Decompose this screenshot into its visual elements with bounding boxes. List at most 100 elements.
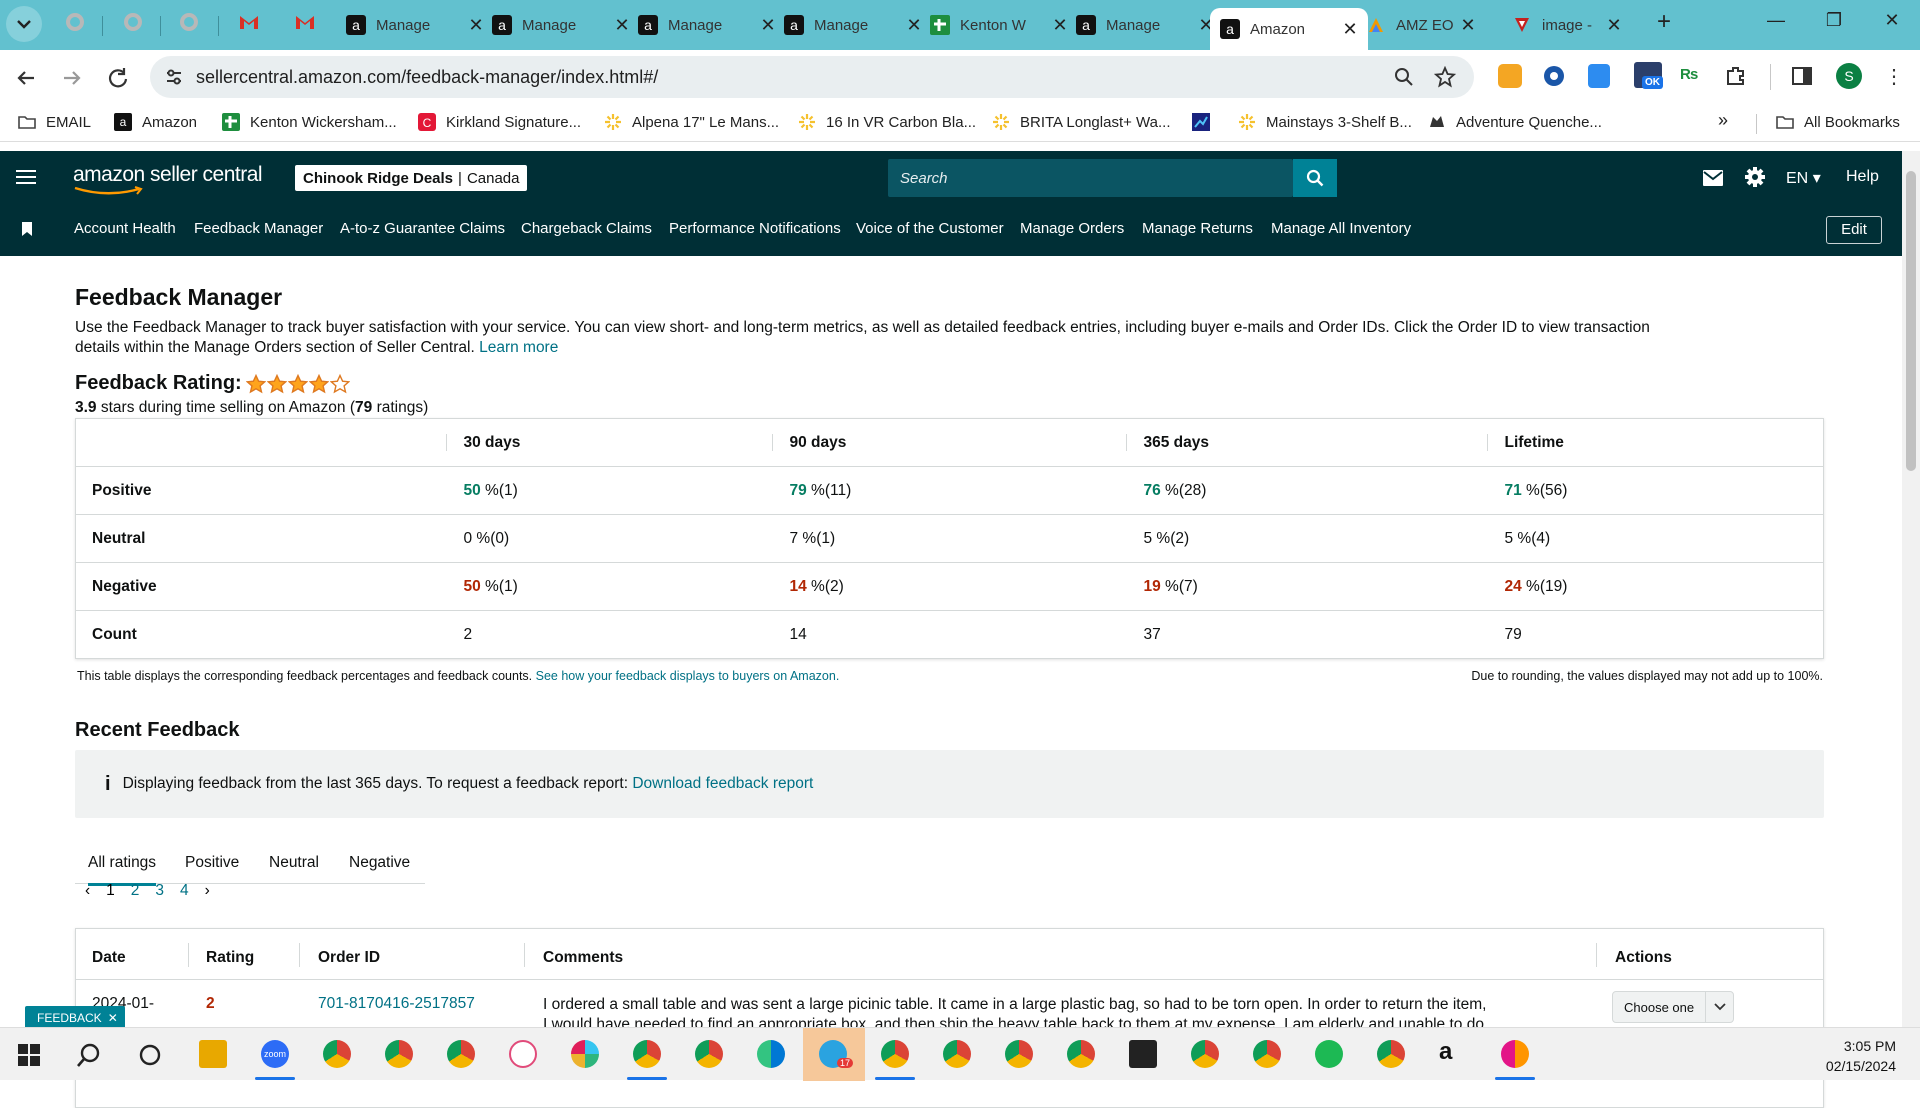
file-explorer-icon[interactable] — [199, 1040, 227, 1068]
chrome-icon[interactable] — [1377, 1040, 1405, 1068]
chrome-icon[interactable] — [633, 1040, 661, 1068]
close-icon[interactable]: ✕ — [760, 15, 776, 36]
bookmark-item[interactable]: a Amazon — [114, 113, 197, 131]
store-switcher[interactable]: Chinook Ridge Deals | Canada — [295, 165, 528, 191]
browser-tab[interactable]: a Manage ✕ — [784, 8, 922, 42]
tab-negative[interactable]: Negative — [349, 854, 410, 872]
order-id-link[interactable]: 701-8170416-2517857 — [318, 995, 475, 1013]
system-clock[interactable]: 3:05 PM 02/15/2024 — [1826, 1036, 1896, 1076]
search-input[interactable]: Search — [888, 159, 1293, 197]
nav-voice-of-customer[interactable]: Voice of the Customer — [856, 220, 1004, 237]
chrome-icon[interactable] — [1067, 1040, 1095, 1068]
bookmark-item[interactable]: EMAIL — [18, 113, 91, 131]
edit-nav-button[interactable]: Edit — [1826, 216, 1882, 244]
browser-tab[interactable]: a Manage ✕ — [346, 8, 484, 42]
help-link[interactable]: Help — [1846, 168, 1879, 186]
edge-icon[interactable] — [757, 1040, 785, 1068]
bookmark-item[interactable]: Adventure Quenche... — [1428, 113, 1602, 131]
nav-manage-returns[interactable]: Manage Returns — [1142, 220, 1253, 237]
chrome-icon[interactable] — [1253, 1040, 1281, 1068]
chrome-icon[interactable] — [323, 1040, 351, 1068]
taskbar-search-button[interactable] — [76, 1042, 102, 1068]
actions-dropdown[interactable]: Choose one — [1612, 991, 1734, 1023]
start-button[interactable] — [18, 1044, 40, 1066]
close-icon[interactable]: ✕ — [906, 15, 922, 36]
bookmark-item[interactable]: C Kirkland Signature... — [418, 113, 581, 131]
pinned-tab[interactable] — [122, 11, 144, 33]
chevron-left-icon[interactable]: ‹ — [85, 882, 90, 900]
new-tab-button[interactable]: + — [1644, 8, 1684, 36]
extension-rs-icon[interactable]: ₨ — [1680, 66, 1698, 83]
buyer-display-link[interactable]: See how your feedback displays to buyers… — [536, 669, 840, 683]
forward-button[interactable] — [58, 64, 86, 92]
browser-tab[interactable]: Kenton W ✕ — [930, 8, 1068, 42]
page-number[interactable]: 1 — [106, 882, 115, 900]
tab-positive[interactable]: Positive — [185, 854, 239, 872]
search-button[interactable] — [1293, 159, 1337, 197]
close-icon[interactable]: ✕ — [1342, 19, 1358, 40]
nav-manage-orders[interactable]: Manage Orders — [1020, 220, 1124, 237]
bookmark-item[interactable] — [1192, 113, 1220, 131]
extensions-button[interactable] — [1724, 64, 1748, 88]
page-number[interactable]: 4 — [180, 882, 189, 900]
all-bookmarks[interactable]: All Bookmarks — [1776, 113, 1900, 131]
bookmark-item[interactable]: Alpena 17" Le Mans... — [604, 113, 779, 131]
tab-search-button[interactable] — [6, 6, 42, 42]
close-icon[interactable]: ✕ — [614, 15, 630, 36]
menu-kebab-icon[interactable]: ⋮ — [1884, 64, 1904, 89]
close-icon[interactable]: ✕ — [1460, 15, 1476, 36]
snipping-tool-icon[interactable] — [509, 1040, 537, 1068]
column-header-order-id[interactable]: Order ID — [318, 949, 380, 967]
learn-more-link[interactable]: Learn more — [479, 339, 558, 356]
reload-button[interactable] — [104, 64, 132, 92]
side-panel-button[interactable] — [1790, 64, 1814, 88]
telegram-taskbar-slot[interactable]: 17 — [803, 1028, 865, 1081]
page-number[interactable]: 2 — [131, 882, 140, 900]
spotify-icon[interactable] — [1315, 1040, 1343, 1068]
task-view-button[interactable] — [138, 1043, 162, 1067]
firefox-icon[interactable] — [1501, 1040, 1529, 1068]
zoom-icon[interactable] — [1394, 67, 1414, 87]
pinned-tab[interactable] — [294, 11, 316, 33]
slack-icon[interactable] — [571, 1040, 599, 1068]
amazon-app-icon[interactable]: a — [1439, 1038, 1452, 1066]
extension-icon[interactable] — [1542, 64, 1566, 88]
zoom-app-icon[interactable]: zoom — [261, 1040, 289, 1068]
browser-tab[interactable]: image - ✕ — [1512, 8, 1622, 42]
more-bookmarks-chevron-icon[interactable]: » — [1718, 110, 1728, 131]
close-window-button[interactable]: ✕ — [1872, 10, 1912, 31]
download-report-link[interactable]: Download feedback report — [632, 775, 813, 793]
tab-neutral[interactable]: Neutral — [269, 854, 319, 872]
close-icon[interactable]: ✕ — [108, 1011, 118, 1025]
browser-tab[interactable]: a Manage ✕ — [638, 8, 776, 42]
restore-button[interactable]: ❐ — [1814, 10, 1854, 31]
column-header-date[interactable]: Date — [92, 949, 126, 967]
nav-manage-inventory[interactable]: Manage All Inventory — [1271, 220, 1411, 237]
chrome-icon[interactable] — [447, 1040, 475, 1068]
language-selector[interactable]: EN ▾ — [1786, 168, 1821, 188]
bookmark-item[interactable]: Kenton Wickersham... — [222, 113, 397, 131]
close-icon[interactable]: ✕ — [468, 15, 484, 36]
seller-central-logo[interactable]: amazon seller central — [73, 163, 263, 187]
settings-button[interactable] — [1744, 166, 1766, 188]
minimize-button[interactable]: — — [1756, 10, 1796, 31]
nav-a-to-z-claims[interactable]: A-to-z Guarantee Claims — [340, 220, 505, 237]
nav-performance-notifications[interactable]: Performance Notifications — [669, 220, 841, 237]
browser-tab[interactable]: a Manage ✕ — [492, 8, 630, 42]
chrome-icon[interactable] — [1005, 1040, 1033, 1068]
chrome-icon[interactable] — [881, 1040, 909, 1068]
pinned-tab[interactable] — [178, 11, 200, 33]
nav-chargeback-claims[interactable]: Chargeback Claims — [521, 220, 652, 237]
chrome-icon[interactable] — [385, 1040, 413, 1068]
nav-account-health[interactable]: Account Health — [74, 220, 176, 237]
browser-tab[interactable]: AMZ EO ✕ — [1366, 8, 1476, 42]
browser-tab[interactable]: a Manage ✕ — [1076, 8, 1214, 42]
star-bookmark-icon[interactable] — [1434, 66, 1456, 88]
page-scrollbar[interactable] — [1902, 151, 1920, 1027]
bookmark-item[interactable]: 16 In VR Carbon Bla... — [798, 113, 976, 131]
extension-ok-icon[interactable]: OK — [1634, 62, 1663, 89]
close-icon[interactable]: ✕ — [1052, 15, 1068, 36]
bookmark-item[interactable]: Mainstays 3-Shelf B... — [1238, 113, 1412, 131]
chrome-icon[interactable] — [1191, 1040, 1219, 1068]
column-header-comments[interactable]: Comments — [543, 949, 623, 967]
